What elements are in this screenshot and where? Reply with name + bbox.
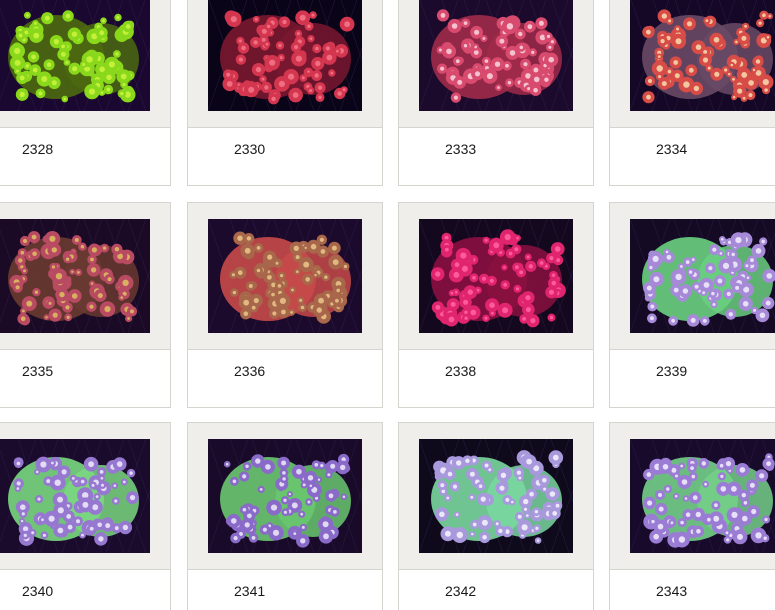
caption-box: 2334 [609,128,775,186]
caption-box: 2333 [398,128,594,186]
caption-box: 2338 [398,350,594,408]
coral-card-2341[interactable]: 2341 [187,422,383,610]
coral-thumbnail[interactable] [208,0,362,111]
coral-card-2342[interactable]: 2342 [398,422,594,610]
caption-box: 2341 [187,570,383,610]
caption-box: 2336 [187,350,383,408]
thumbnail-frame[interactable] [187,0,383,128]
coral-thumbnail[interactable] [0,0,150,111]
item-number[interactable]: 2340 [22,583,53,599]
caption-box: 2339 [609,350,775,408]
coral-thumbnail[interactable] [419,219,573,333]
thumbnail-frame[interactable] [398,422,594,570]
coral-thumbnail[interactable] [208,219,362,333]
item-number[interactable]: 2342 [445,583,476,599]
coral-card-2335[interactable]: 2335 [0,202,171,408]
item-number[interactable]: 2334 [656,141,687,157]
coral-thumbnail[interactable] [0,439,150,553]
coral-card-2330[interactable]: 2330 [187,0,383,186]
caption-box: 2343 [609,570,775,610]
item-number[interactable]: 2338 [445,363,476,379]
thumbnail-frame[interactable] [398,0,594,128]
caption-box: 2340 [0,570,171,610]
thumbnail-frame[interactable] [398,202,594,350]
coral-card-2336[interactable]: 2336 [187,202,383,408]
item-number[interactable]: 2343 [656,583,687,599]
coral-thumbnail[interactable] [630,219,775,333]
thumbnail-frame[interactable] [609,422,775,570]
thumbnail-frame[interactable] [609,0,775,128]
coral-thumbnail[interactable] [208,439,362,553]
item-number[interactable]: 2335 [22,363,53,379]
caption-box: 2335 [0,350,171,408]
item-number[interactable]: 2333 [445,141,476,157]
coral-thumbnail[interactable] [630,439,775,553]
coral-card-2339[interactable]: 2339 [609,202,775,408]
caption-box: 2328 [0,128,171,186]
thumbnail-frame[interactable] [0,202,171,350]
item-number[interactable]: 2339 [656,363,687,379]
coral-card-2328[interactable]: 2328 [0,0,171,186]
item-number[interactable]: 2330 [234,141,265,157]
thumbnail-frame[interactable] [0,422,171,570]
coral-thumbnail[interactable] [630,0,775,111]
item-number[interactable]: 2336 [234,363,265,379]
coral-card-2343[interactable]: 2343 [609,422,775,610]
caption-box: 2330 [187,128,383,186]
coral-thumbnail[interactable] [419,439,573,553]
coral-grid: 2328 2330 2333 2334 2335 2336 2338 2339 2340 2341… [0,0,775,610]
coral-card-2333[interactable]: 2333 [398,0,594,186]
coral-card-2334[interactable]: 2334 [609,0,775,186]
item-number[interactable]: 2328 [22,141,53,157]
thumbnail-frame[interactable] [187,422,383,570]
coral-card-2340[interactable]: 2340 [0,422,171,610]
item-number[interactable]: 2341 [234,583,265,599]
thumbnail-frame[interactable] [609,202,775,350]
thumbnail-frame[interactable] [0,0,171,128]
thumbnail-frame[interactable] [187,202,383,350]
coral-thumbnail[interactable] [419,0,573,111]
coral-thumbnail[interactable] [0,219,150,333]
caption-box: 2342 [398,570,594,610]
coral-card-2338[interactable]: 2338 [398,202,594,408]
